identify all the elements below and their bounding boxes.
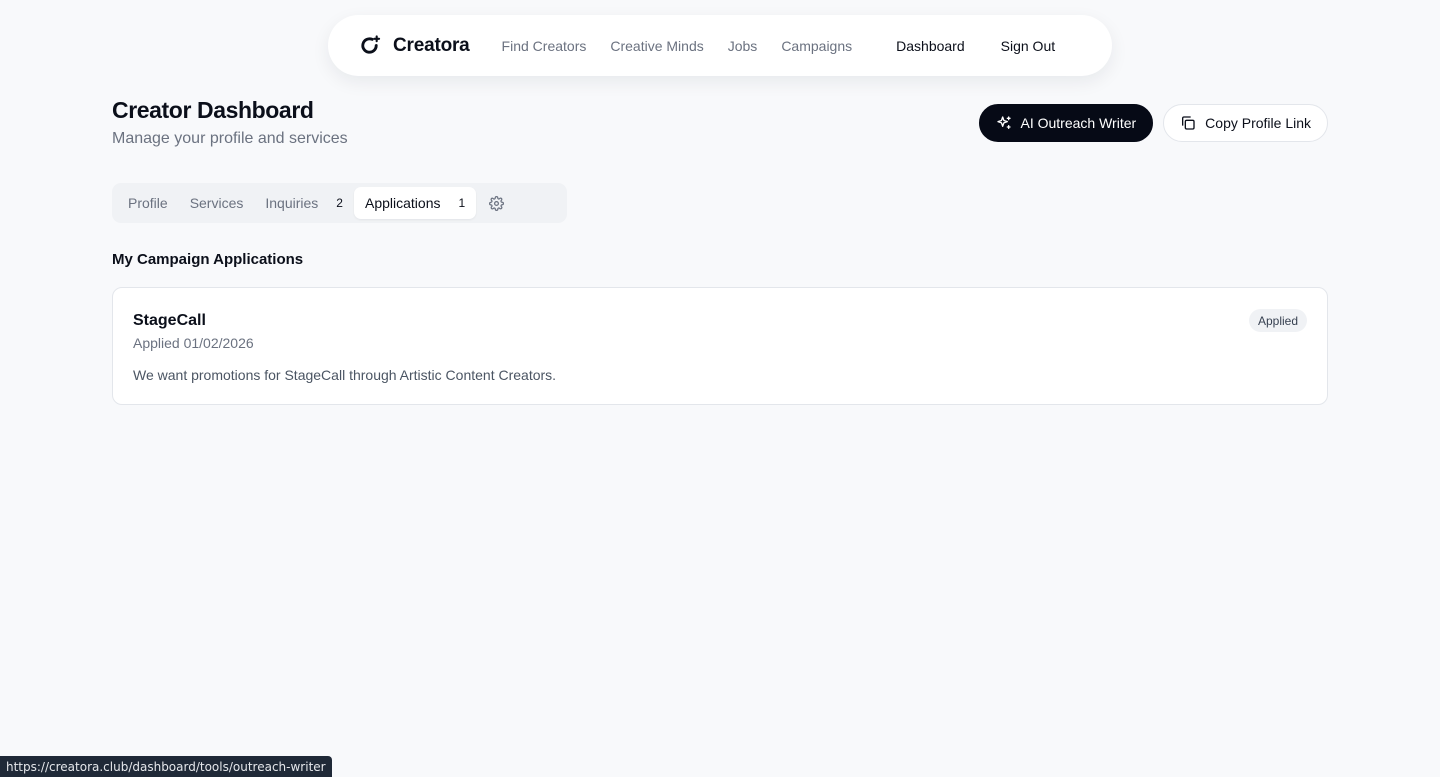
tab-label: Applications — [364, 195, 441, 211]
copy-profile-link-button[interactable]: Copy Profile Link — [1163, 104, 1328, 142]
brand-name: Creatora — [393, 34, 470, 56]
page: Creatora Find Creators Creative Minds Jo… — [0, 0, 1440, 777]
application-date: Applied 01/02/2026 — [133, 335, 254, 351]
copy-profile-link-label: Copy Profile Link — [1205, 115, 1311, 131]
inquiries-count-badge: 2 — [336, 196, 343, 210]
application-card[interactable]: StageCall Applied 01/02/2026 We want pro… — [112, 287, 1328, 405]
brand-logo[interactable]: Creatora — [358, 34, 470, 57]
nav-link-dashboard[interactable]: Dashboard — [896, 38, 965, 54]
tab-label: Profile — [128, 195, 168, 211]
application-campaign-name: StageCall — [133, 312, 206, 329]
copy-icon — [1182, 116, 1195, 130]
ai-outreach-writer-button[interactable]: AI Outreach Writer — [978, 104, 1154, 142]
top-nav: Creatora Find Creators Creative Minds Jo… — [328, 15, 1112, 76]
nav-links: Find Creators Creative Minds Jobs Campai… — [502, 38, 853, 54]
dashboard-tabs: Profile Services Inquiries 2 Application… — [112, 183, 567, 223]
tab-profile[interactable]: Profile — [117, 187, 179, 219]
applications-count-badge: 1 — [458, 196, 466, 210]
header-actions: AI Outreach Writer Copy Profile Link — [978, 104, 1328, 142]
nav-link-creative-minds[interactable]: Creative Minds — [610, 38, 703, 54]
application-description: We want promotions for StageCall through… — [133, 367, 557, 383]
nav-link-campaigns[interactable]: Campaigns — [781, 38, 852, 54]
sparkles-icon — [996, 116, 1011, 129]
page-subtitle: Manage your profile and services — [112, 130, 348, 147]
tab-label: Inquiries — [265, 195, 319, 211]
nav-link-jobs[interactable]: Jobs — [728, 38, 758, 54]
tab-services[interactable]: Services — [179, 187, 255, 219]
page-title: Creator Dashboard — [112, 97, 314, 123]
settings-gear-icon — [488, 195, 504, 211]
ai-outreach-writer-label: AI Outreach Writer — [1020, 115, 1137, 131]
tab-inquiries[interactable]: Inquiries 2 — [254, 187, 354, 219]
section-title: My Campaign Applications — [112, 251, 304, 268]
tab-applications[interactable]: Applications 1 — [353, 187, 477, 219]
status-badge: Applied — [1248, 309, 1307, 332]
link-status-bar: https://creatora.club/dashboard/tools/ou… — [0, 756, 332, 777]
creatora-logo-icon — [361, 35, 381, 54]
sign-out-button[interactable]: Sign Out — [1001, 38, 1055, 54]
nav-account: Dashboard Sign Out — [896, 38, 1055, 54]
tab-label: Services — [189, 195, 244, 211]
tab-settings[interactable] — [480, 187, 512, 219]
nav-link-find-creators[interactable]: Find Creators — [502, 38, 587, 54]
